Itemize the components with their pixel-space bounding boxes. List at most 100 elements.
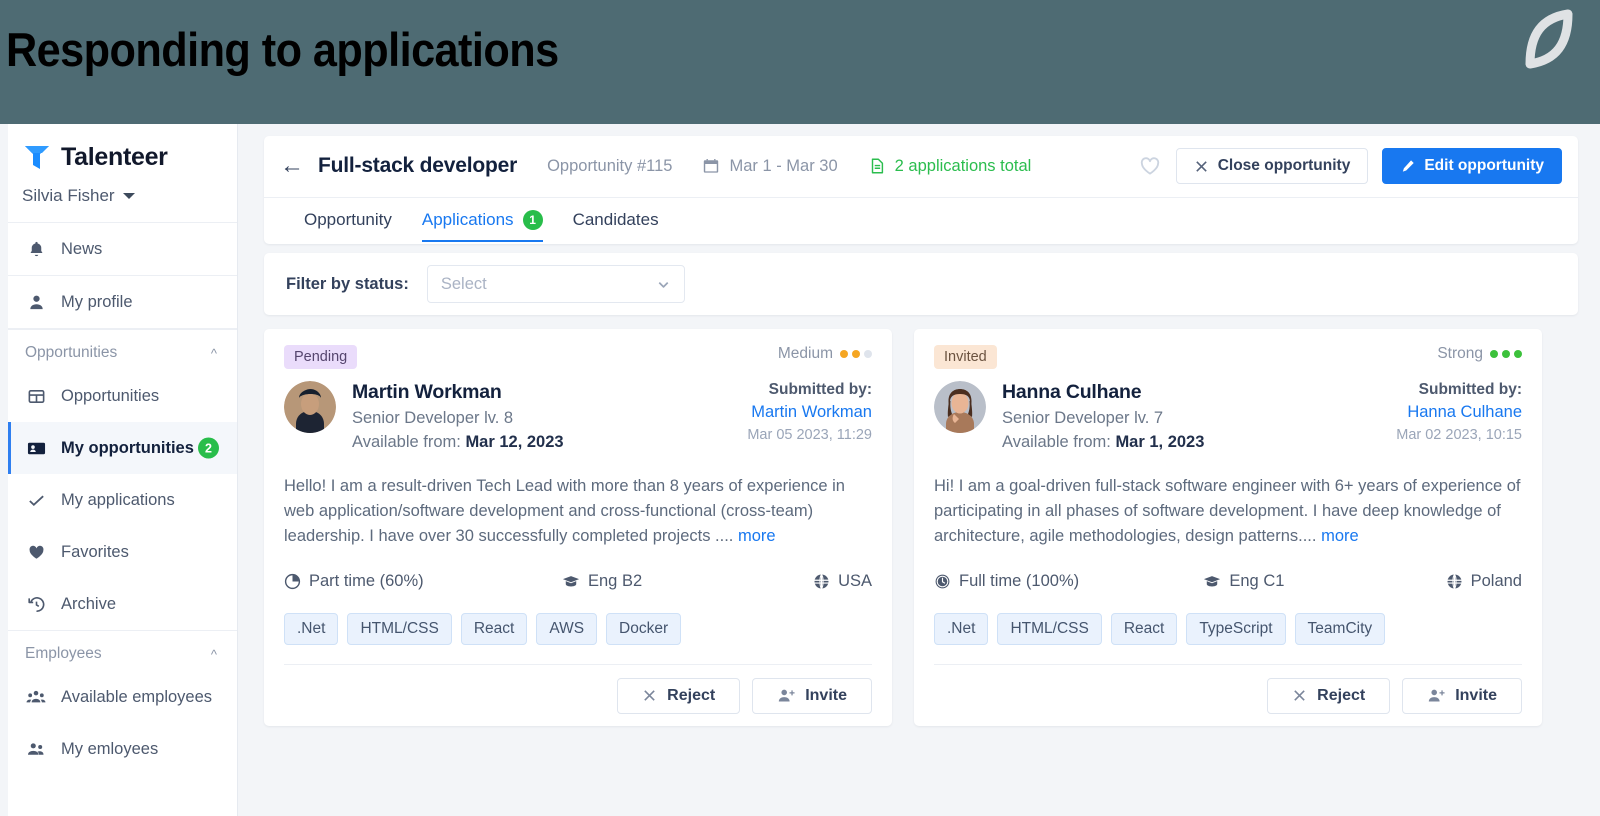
sidebar-item-news[interactable]: News xyxy=(8,223,237,276)
reject-button[interactable]: Reject xyxy=(617,677,741,714)
bell-icon xyxy=(25,240,47,259)
close-x-icon xyxy=(1194,159,1209,174)
pencil-icon xyxy=(1400,159,1415,174)
availability-label: Available from: xyxy=(1002,433,1111,451)
candidate-availability: Available from: Mar 1, 2023 xyxy=(1002,433,1204,452)
clock-full-time-icon xyxy=(934,573,951,590)
page-title: Full-stack developer xyxy=(318,154,518,177)
rating-dot xyxy=(1490,350,1498,358)
submission-info: Submitted by: Hanna Culhane Mar 02 2023,… xyxy=(1396,381,1522,452)
availability-value: Mar 12, 2023 xyxy=(465,433,564,451)
skill-tag[interactable]: React xyxy=(1110,613,1178,645)
sidebar-item-my-applications[interactable]: My applications xyxy=(8,474,237,526)
language-text: Eng C1 xyxy=(1229,572,1285,590)
people-group-icon xyxy=(25,688,47,707)
brand[interactable]: Talenteer xyxy=(8,124,237,172)
globe-icon xyxy=(813,573,830,590)
sidebar-item-opportunities[interactable]: Opportunities xyxy=(8,370,237,422)
skill-tag[interactable]: React xyxy=(460,613,528,645)
employment-text: Part time (60%) xyxy=(309,572,424,590)
more-link[interactable]: more xyxy=(1321,527,1359,545)
heart-outline-icon[interactable] xyxy=(1138,155,1162,177)
reject-button[interactable]: Reject xyxy=(1267,677,1391,714)
chevron-down-icon xyxy=(122,193,135,199)
avatar xyxy=(934,381,986,433)
submission-info: Submitted by: Martin Workman Mar 05 2023… xyxy=(747,381,872,452)
skill-tags: .Net HTML/CSS React AWS Docker xyxy=(284,613,872,664)
rating-dots xyxy=(1490,350,1522,358)
skill-tag[interactable]: TeamCity xyxy=(1294,613,1386,645)
sidebar-item-available-employees[interactable]: Available employees xyxy=(8,671,237,723)
candidate-row: Hanna Culhane Senior Developer lv. 7 Ava… xyxy=(934,381,1522,452)
employment-type: Full time (100%) xyxy=(934,572,1203,591)
invite-label: Invite xyxy=(1455,686,1497,704)
document-icon xyxy=(868,157,886,175)
skill-tag[interactable]: AWS xyxy=(536,613,598,645)
skill-tag[interactable]: HTML/CSS xyxy=(997,613,1102,645)
close-opportunity-button[interactable]: Close opportunity xyxy=(1175,148,1369,184)
invite-button[interactable]: Invite xyxy=(1402,677,1522,714)
location-text: USA xyxy=(838,572,872,590)
id-card-icon xyxy=(25,439,47,458)
availability-value: Mar 1, 2023 xyxy=(1115,433,1205,451)
sidebar-item-label: Favorites xyxy=(61,542,129,561)
submitted-by-link[interactable]: Martin Workman xyxy=(747,403,872,422)
more-link[interactable]: more xyxy=(738,527,776,545)
status-filter-select[interactable]: Select xyxy=(426,265,685,303)
sidebar-item-favorites[interactable]: Favorites xyxy=(8,526,237,578)
tab-opportunity[interactable]: Opportunity xyxy=(304,210,392,242)
user-menu[interactable]: Silvia Fisher xyxy=(8,172,237,223)
candidate-role: Senior Developer lv. 8 xyxy=(352,409,514,427)
match-rating-label: Strong xyxy=(1437,345,1483,362)
sidebar-group-employees[interactable]: Employees ^ xyxy=(8,630,237,671)
sidebar-item-label: My applications xyxy=(61,490,175,509)
skill-tag[interactable]: .Net xyxy=(934,613,989,645)
date-range: Mar 1 - Mar 30 xyxy=(702,157,838,176)
close-x-icon xyxy=(1292,688,1307,703)
sidebar-item-archive[interactable]: Archive xyxy=(8,578,237,630)
sidebar-item-label: My profile xyxy=(61,292,133,311)
arrow-left-icon[interactable]: ← xyxy=(280,154,318,178)
rating-dots xyxy=(840,350,872,358)
clock-part-time-icon xyxy=(284,573,301,590)
rating-dot xyxy=(1514,350,1522,358)
skill-tag[interactable]: Docker xyxy=(606,613,682,645)
skill-tag[interactable]: HTML/CSS xyxy=(347,613,452,645)
slide-banner: Responding to applications xyxy=(0,0,1600,124)
tab-badge: 1 xyxy=(522,210,543,230)
skill-tag[interactable]: .Net xyxy=(284,613,339,645)
submitted-by-link[interactable]: Hanna Culhane xyxy=(1396,403,1522,422)
rating-dot xyxy=(864,350,872,358)
edit-opportunity-button[interactable]: Edit opportunity xyxy=(1382,148,1562,184)
language-level: Eng C1 xyxy=(1203,572,1445,591)
rating-dot xyxy=(852,350,860,358)
submitted-by-label: Submitted by: xyxy=(768,381,872,398)
candidate-bio: Hello! I am a result-driven Tech Lead wi… xyxy=(284,474,872,549)
match-rating: Strong xyxy=(1437,345,1522,363)
candidate-name: Martin Workman xyxy=(352,381,502,403)
chevron-down-icon xyxy=(656,277,671,292)
skill-tag[interactable]: TypeScript xyxy=(1186,613,1286,645)
sidebar-item-my-opportunities[interactable]: My opportunities 2 xyxy=(8,422,237,474)
history-icon xyxy=(25,595,47,614)
chevron-up-icon: ^ xyxy=(210,345,217,361)
tab-candidates[interactable]: Candidates xyxy=(573,210,659,242)
location-text: Poland xyxy=(1470,572,1522,590)
filter-bar: Filter by status: Select xyxy=(264,253,1578,315)
sidebar-item-my-employees[interactable]: My emloyees xyxy=(8,723,237,775)
main-content: ← Full-stack developer Opportunity #115 … xyxy=(238,124,1600,816)
sidebar-item-my-profile[interactable]: My profile xyxy=(8,276,237,329)
tab-applications[interactable]: Applications 1 xyxy=(421,210,543,242)
invite-button[interactable]: Invite xyxy=(752,677,872,714)
people-icon xyxy=(25,740,47,759)
candidate-meta: Full time (100%) Eng C1 Poland xyxy=(934,572,1522,591)
tab-bar: Opportunity Applications 1 Candidates xyxy=(280,196,1562,242)
card-header: Pending Medium xyxy=(284,345,872,369)
sidebar-group-opportunities[interactable]: Opportunities ^ xyxy=(8,329,237,370)
application-card: Pending Medium Martin Workman Senior Dev… xyxy=(264,329,892,726)
invite-label: Invite xyxy=(805,686,847,704)
check-icon xyxy=(25,491,47,510)
filter-label: Filter by status: xyxy=(286,274,409,293)
employment-type: Part time (60%) xyxy=(284,572,562,591)
slide-title: Responding to applications xyxy=(6,23,559,76)
